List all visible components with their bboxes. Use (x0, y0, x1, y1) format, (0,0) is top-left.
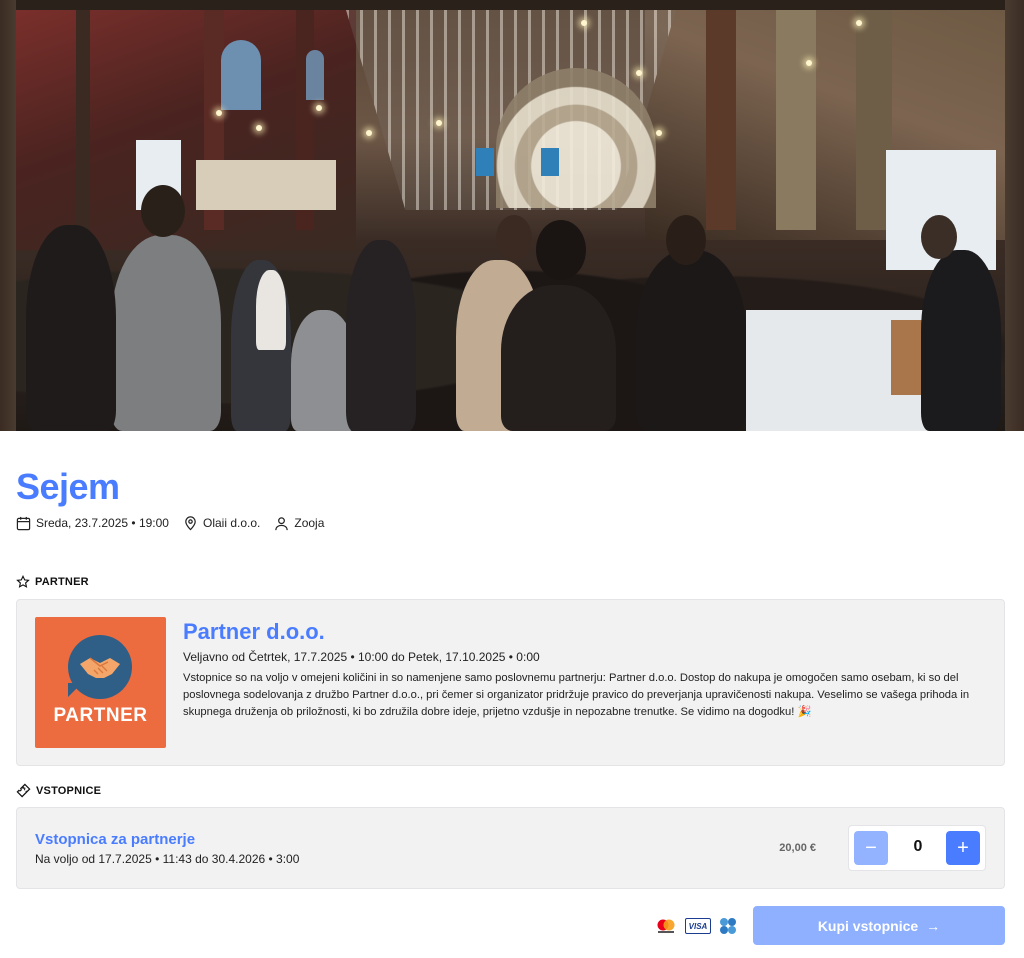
ticket-name: Vstopnica za partnerje (35, 831, 196, 848)
hero-side-right (1005, 0, 1024, 431)
tickets-section-text: VSTOPNICE (36, 784, 102, 797)
partner-logo-text: PARTNER (53, 705, 148, 726)
buy-tickets-label: Kupi vstopnice (817, 917, 919, 934)
event-meta: Sreda, 23.7.2025 • 19:00 Olaii d.o.o. Zo… (16, 513, 338, 533)
event-date: Sreda, 23.7.2025 • 19:00 (16, 516, 169, 531)
light-bulb (256, 125, 262, 131)
visa-icon-text: VISA (688, 921, 708, 931)
wallet-icon (720, 918, 736, 934)
buy-tickets-button[interactable]: Kupi vstopnice → (753, 906, 1005, 945)
hanging-banner (541, 148, 559, 176)
hero-side-left (0, 0, 16, 431)
partner-description: Vstopnice so na voljo v omejeni količini… (183, 672, 970, 718)
star-icon (16, 575, 30, 588)
event-title: Sejem (16, 466, 120, 507)
person-head (536, 220, 586, 280)
person-head (921, 215, 957, 259)
person (921, 250, 1001, 431)
light-bulb (806, 60, 812, 66)
tote-bag (256, 270, 286, 350)
hanging-banner (476, 148, 494, 176)
stained-window (306, 50, 324, 100)
light-bulb (366, 130, 372, 136)
event-organizer[interactable]: Zooja (274, 516, 324, 531)
person (636, 250, 746, 431)
event-organizer-text: Zooja (294, 516, 325, 530)
mastercard-icon (657, 919, 675, 933)
partner-card: PARTNER Partner d.o.o. Veljavno od Četrt… (16, 599, 1005, 766)
person (346, 240, 416, 431)
trade-fair-hall-photo (16, 10, 1005, 431)
quantity-value[interactable]: 0 (893, 838, 943, 856)
partner-name: Partner d.o.o. (183, 619, 325, 644)
person (111, 235, 221, 431)
ticket-row: Vstopnica za partnerje Na voljo od 17.7.… (16, 807, 1005, 889)
hero-image (0, 0, 1024, 431)
light-bulb (216, 110, 222, 116)
person (501, 285, 616, 431)
partner-validity: Veljavno od Četrtek, 17.7.2025 • 10:00 d… (183, 650, 540, 664)
partner-logo: PARTNER (35, 617, 166, 748)
event-venue-text: Olaii d.o.o. (202, 516, 261, 530)
visa-icon: VISA (685, 918, 711, 934)
ticket-availability: Na voljo od 17.7.2025 • 11:43 do 30.4.20… (35, 852, 300, 866)
light-bulb (656, 130, 662, 136)
handshake-icon (80, 657, 120, 678)
ticket-icon (16, 783, 31, 798)
light-bulb (636, 70, 642, 76)
quantity-stepper: − 0 + (848, 825, 986, 871)
light-bulb (436, 120, 442, 126)
partner-section-label: PARTNER (16, 575, 89, 589)
calendar-icon (16, 516, 31, 530)
payment-icons: VISA (655, 917, 737, 935)
person (26, 225, 116, 431)
partner-section-text: PARTNER (35, 576, 89, 588)
stained-window (221, 40, 261, 110)
person-head (141, 185, 185, 237)
map-pin-icon (185, 516, 196, 531)
ticket-price: 20,00 € (779, 842, 816, 854)
event-date-text: Sreda, 23.7.2025 • 19:00 (36, 516, 169, 530)
event-venue[interactable]: Olaii d.o.o. (183, 515, 260, 531)
light-bulb (856, 20, 862, 26)
light-bulb (316, 105, 322, 111)
arrow-right-icon: → (926, 917, 941, 934)
person-head (666, 215, 706, 265)
quantity-increase-button[interactable]: + (946, 831, 980, 865)
user-icon (275, 516, 289, 530)
light-bulb (581, 20, 587, 26)
person-head (496, 215, 532, 261)
tickets-section-label: VSTOPNICE (16, 783, 101, 798)
quantity-decrease-button[interactable]: − (854, 831, 888, 865)
